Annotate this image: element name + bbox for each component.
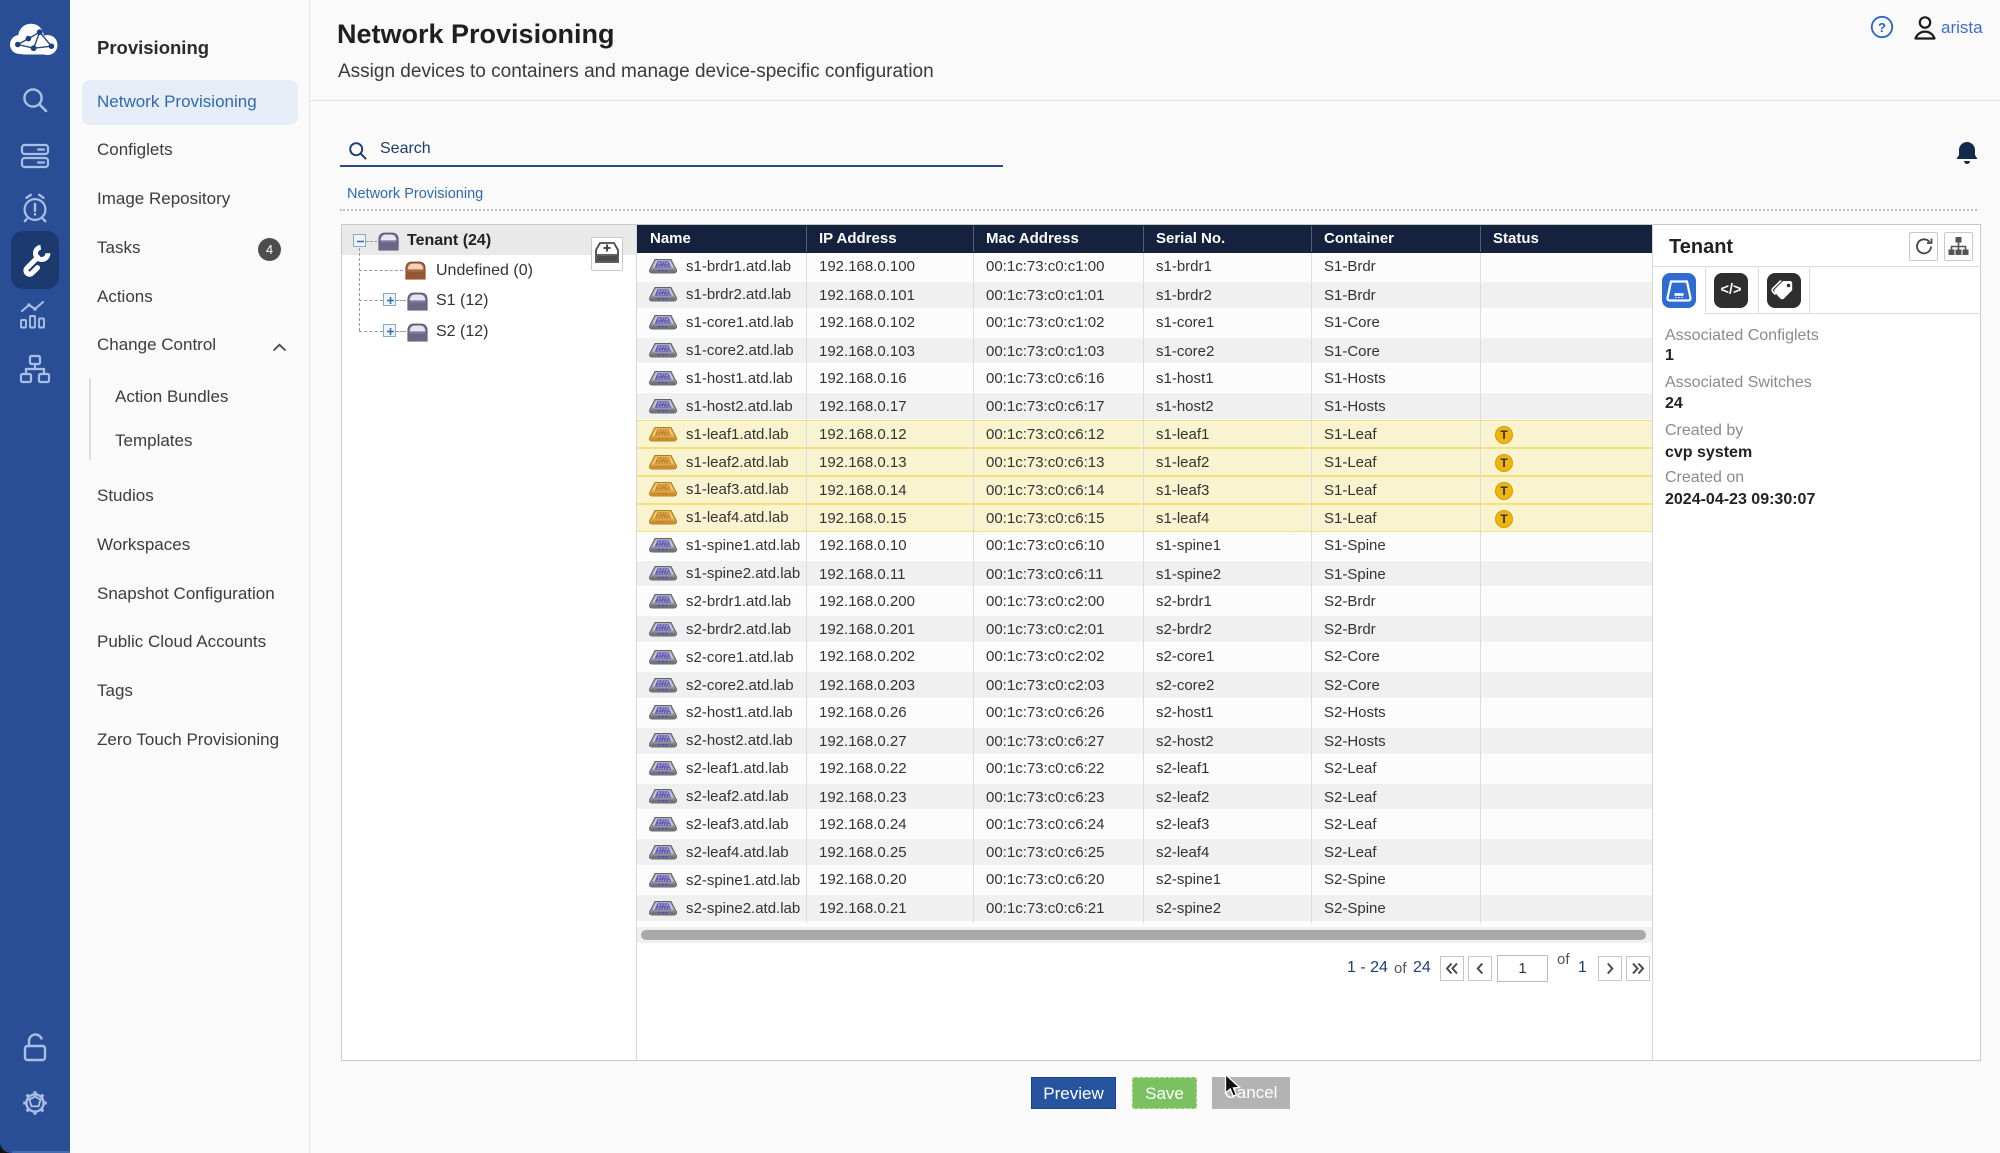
svg-text:?: ? [1878, 20, 1886, 35]
